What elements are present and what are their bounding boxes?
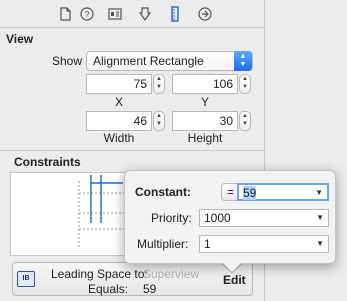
connections-icon[interactable] [197,6,213,22]
svg-text:?: ? [84,10,89,20]
multiplier-label: Multiplier: [137,237,189,251]
y-caption: Y [200,95,209,109]
inspector-toolbar: ? [0,0,265,28]
file-icon[interactable] [57,6,73,22]
constant-value: 59 [243,186,257,200]
constant-label: Constant: [135,185,191,199]
width-field[interactable]: 46 [86,111,152,131]
priority-field[interactable]: 1000 ▼ [199,209,329,227]
x-caption: X [114,95,123,109]
x-stepper[interactable]: ▲ ▼ [153,74,165,94]
constant-field[interactable]: 59 ▼ [237,183,329,201]
section-divider [0,150,265,151]
constraints-section-title: Constraints [14,155,81,169]
equals-value: 59 [143,282,157,296]
height-field[interactable]: 30 [172,111,238,131]
height-caption: Height [187,131,223,145]
y-field[interactable]: 106 [172,74,238,94]
chevron-updown-icon: ▲▼ [234,51,252,71]
identity-icon[interactable] [107,6,123,22]
x-field[interactable]: 75 [86,74,152,94]
size-icon[interactable] [167,6,183,22]
leading-space-label: Leading Space to: [51,267,148,281]
width-caption: Width [103,131,135,145]
priority-label: Priority: [151,211,192,225]
dropdown-arrow-icon[interactable]: ▼ [316,236,324,252]
relation-value: = [227,185,235,199]
multiplier-value: 1 [204,237,211,251]
y-stepper[interactable]: ▲ ▼ [239,74,251,94]
dropdown-arrow-icon[interactable]: ▼ [315,185,323,201]
dropdown-arrow-icon[interactable]: ▼ [316,210,324,226]
show-select[interactable]: Alignment Rectangle ▲ ▼ [86,51,253,71]
popover-arrow [223,263,241,272]
equals-label: Equals: [88,282,129,296]
multiplier-field[interactable]: 1 ▼ [199,235,329,253]
attributes-icon[interactable] [137,6,153,22]
width-stepper[interactable]: ▲ ▼ [153,111,165,131]
height-stepper[interactable]: ▲ ▼ [239,111,251,131]
view-section-title: View [6,32,34,46]
priority-value: 1000 [204,211,231,225]
show-select-value: Alignment Rectangle [93,54,204,68]
constraint-editor-popover: Constant: = ▲▼ 59 ▼ Priority: 1000 ▼ Mul… [124,170,336,264]
edit-button[interactable]: Edit [223,273,246,287]
constraint-item[interactable]: IB Leading Space to: Superview Equals: 5… [12,262,253,296]
show-label: Show [52,54,83,68]
help-icon[interactable]: ? [79,6,95,22]
interface-builder-icon: IB [17,271,35,287]
superview-label: Superview [143,267,200,281]
